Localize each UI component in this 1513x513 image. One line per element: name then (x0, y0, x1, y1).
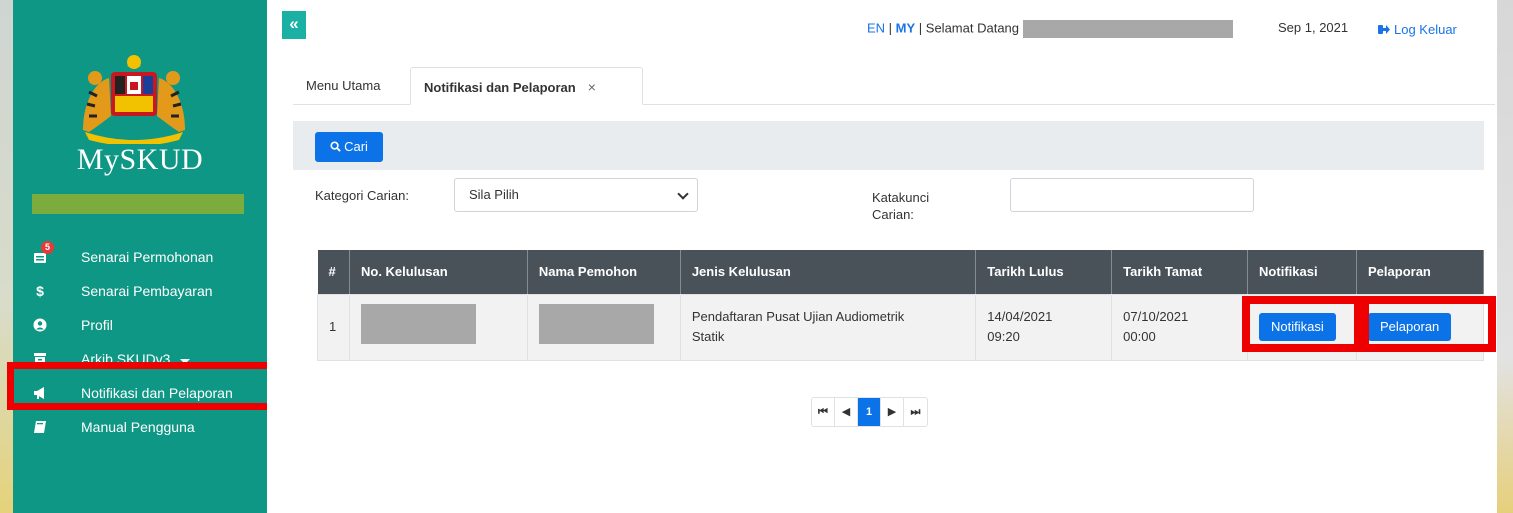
coat-of-arms-logo (83, 55, 185, 144)
prev-page-button[interactable]: ◀ (835, 398, 858, 426)
top-bar: « EN | MY | Selamat Datang Sep 1, 2021 L… (267, 0, 1497, 58)
cell-no-kelulusan (348, 293, 528, 361)
current-date: Sep 1, 2021 (1278, 20, 1349, 35)
sign-out-icon (1378, 25, 1390, 34)
column-header: Tarikh Lulus (975, 250, 1113, 294)
cell-tarikh-lulus: 14/04/2021 09:20 (975, 293, 1113, 361)
lang-separator: | (885, 20, 896, 36)
user-circle-icon (33, 318, 47, 332)
sidebar-item-label: Senarai Pembayaran (81, 283, 213, 299)
column-header: Notifikasi (1247, 250, 1358, 294)
sidebar-item-manual-pengguna[interactable]: Manual Pengguna (13, 410, 267, 444)
keyword-input[interactable] (1010, 178, 1254, 212)
column-header: # (317, 250, 350, 294)
expiry-time: 00:00 (1123, 329, 1156, 344)
book-icon (33, 420, 47, 434)
tab-menu-utama[interactable]: Menu Utama (293, 67, 409, 105)
expiry-date: 07/10/2021 (1123, 308, 1189, 324)
column-header: Jenis Kelulusan (680, 250, 977, 294)
approval-time: 09:20 (987, 329, 1020, 344)
main-content: « EN | MY | Selamat Datang Sep 1, 2021 L… (267, 0, 1497, 513)
last-page-button[interactable]: ⏭ (904, 398, 927, 426)
search-toolbar: Cari (293, 121, 1484, 170)
highlight-box-notifikasi (1242, 296, 1362, 352)
first-page-button[interactable]: ⏮ (812, 398, 835, 426)
app-brand: MySKUD (76, 143, 204, 176)
pagination: ⏮ ◀ 1 ▶ ⏭ (811, 397, 928, 427)
close-icon[interactable]: × (588, 79, 596, 95)
search-button[interactable]: Cari (315, 132, 383, 162)
approval-type-line: Statik (691, 329, 725, 344)
top-info: EN | MY | Selamat Datang (867, 20, 1234, 38)
lang-my-link[interactable]: MY (896, 20, 916, 35)
cell-nama-pemohon (526, 293, 681, 361)
cell-jenis-kelulusan: Pendaftaran Pusat Ujian Audiometrik Stat… (679, 293, 977, 361)
approval-type-line: Pendaftaran Pusat Ujian Audiometrik (691, 308, 905, 324)
keyword-label: Katakunci Carian: (872, 189, 929, 223)
tab-notifikasi-dan-pelaporan[interactable]: Notifikasi dan Pelaporan × (410, 67, 643, 105)
column-header: Nama Pemohon (527, 250, 681, 294)
sidebar-item-senarai-permohonan[interactable]: 5 Senarai Permohonan (13, 240, 267, 274)
keyword-label-line: Katakunci (872, 190, 930, 205)
highlight-box-sidebar (7, 362, 281, 410)
logout-label: Log Keluar (1394, 22, 1457, 37)
sidebar: MySKUD 5 Senarai Permohonan $ Senarai Pe… (13, 0, 267, 513)
tab-label: Notifikasi dan Pelaporan (424, 80, 576, 95)
sidebar-item-label: Manual Pengguna (81, 419, 195, 435)
inbox-icon: 5 (33, 241, 54, 264)
lang-separator: | (915, 20, 926, 36)
tab-label: Menu Utama (306, 78, 381, 93)
search-icon (330, 141, 341, 152)
approval-date: 14/04/2021 (987, 308, 1053, 324)
row-number: 1 (317, 293, 350, 361)
redacted-approval-number (360, 303, 476, 344)
redacted-username (1023, 20, 1234, 38)
brand-bar (32, 194, 244, 214)
keyword-label-line: Carian: (872, 207, 914, 222)
page-1-button[interactable]: 1 (858, 398, 881, 426)
sidebar-item-label: Senarai Permohonan (81, 249, 214, 265)
highlight-box-pelaporan (1361, 296, 1496, 352)
column-header: Pelaporan (1356, 250, 1484, 294)
logout-link[interactable]: Log Keluar (1378, 22, 1457, 37)
tab-bar: Menu Utama Notifikasi dan Pelaporan × (293, 67, 1495, 105)
sidebar-item-senarai-pembayaran[interactable]: $ Senarai Pembayaran (13, 274, 267, 308)
cell-tarikh-tamat: 07/10/2021 00:00 (1111, 293, 1249, 361)
collapse-sidebar-button[interactable]: « (282, 11, 306, 39)
sidebar-item-label: Profil (81, 317, 113, 333)
category-label: Kategori Carian: (315, 188, 409, 203)
welcome-text: Selamat Datang (925, 20, 1020, 36)
lang-en-link[interactable]: EN (867, 20, 885, 35)
next-page-button[interactable]: ▶ (881, 398, 904, 426)
column-header: Tarikh Tamat (1111, 250, 1249, 294)
category-select-value: Sila Pilih (469, 187, 519, 202)
redacted-applicant-name (538, 303, 654, 344)
table-header-row: # No. Kelulusan Nama Pemohon Jenis Kelul… (317, 250, 1484, 294)
column-header: No. Kelulusan (349, 250, 528, 294)
dollar-icon: $ (36, 283, 44, 299)
sidebar-menu: 5 Senarai Permohonan $ Senarai Pembayara… (13, 240, 267, 444)
sidebar-item-profil[interactable]: Profil (13, 308, 267, 342)
search-button-label: Cari (344, 139, 368, 154)
category-select[interactable]: Sila Pilih (454, 178, 698, 212)
chevron-down-icon (677, 188, 689, 200)
notification-badge: 5 (41, 241, 54, 254)
